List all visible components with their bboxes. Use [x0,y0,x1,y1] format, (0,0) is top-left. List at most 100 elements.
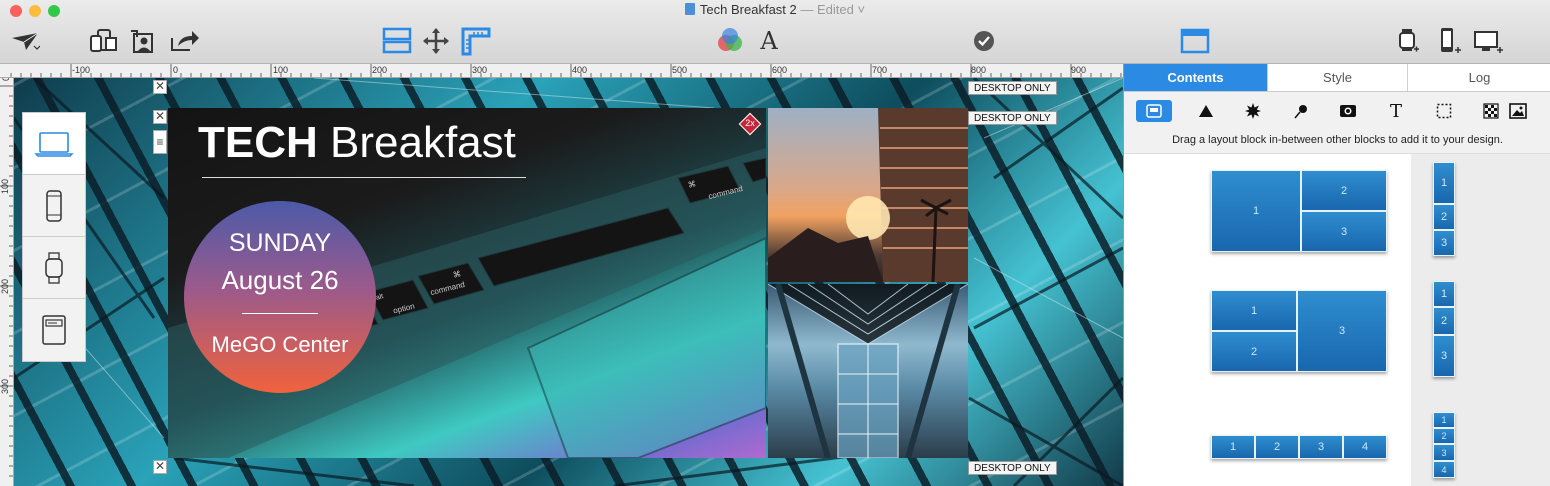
layout-block-option[interactable]: 1 2 3 [1211,170,1387,252]
watch-icon [45,251,63,284]
share-icon[interactable] [166,26,202,56]
delete-block-button[interactable]: ✕ [153,460,167,474]
delete-block-button[interactable]: ✕ [153,110,167,124]
ruler-label: 700 [872,65,888,75]
block-cell: 1 [1211,170,1301,252]
mobile-block-option[interactable]: 1 2 3 [1433,281,1455,377]
block-cell: 2 [1433,307,1455,335]
layout-icon[interactable] [380,26,414,56]
title-underline [202,177,526,178]
mobile-blocks-list: 1 2 3 1 2 3 1 2 3 4 [1411,154,1550,486]
block-cell: 2 [1433,428,1455,444]
devices-icon[interactable] [86,26,122,56]
desktop-only-badge: DESKTOP ONLY [968,111,1057,125]
phone-icon [46,189,62,222]
desktop-only-badge: DESKTOP ONLY [968,461,1057,475]
laptop-view-button[interactable] [23,113,85,175]
drag-handle[interactable]: ≡ [153,130,167,154]
email-view-button[interactable] [23,299,85,361]
sunset-building-image[interactable] [768,108,968,282]
ruler-label: 900 [1071,65,1087,75]
add-phone-icon[interactable] [1434,26,1464,56]
window-title: Tech Breakfast 2 — Edited ˅ [0,2,1550,17]
send-icon[interactable] [8,26,42,56]
block-cell: 1 [1433,281,1455,307]
colors-icon[interactable] [712,26,748,56]
text-icon[interactable]: T [1378,100,1414,122]
block-cell: 2 [1301,170,1387,211]
block-cell: 3 [1433,335,1455,377]
ruler-label: 500 [672,65,688,75]
hero-title-light: Breakfast [330,118,516,167]
date-divider [242,313,318,314]
ruler-label: 300 [0,378,10,394]
ruler-label: 400 [572,65,588,75]
layout-block-option[interactable]: 1 2 3 [1211,290,1387,372]
ruler-label: 0 [173,65,179,75]
block-cell: 1 [1211,290,1297,331]
layout-block-icon[interactable] [1136,100,1172,122]
image-icon[interactable] [1500,100,1536,122]
shape-icon[interactable] [1188,100,1224,122]
phone-view-button[interactable] [23,175,85,237]
ruler-label: -100 [72,65,91,75]
block-cell: 3 [1299,435,1343,459]
panel-hint: Drag a layout block in-between other blo… [1124,127,1550,154]
tab-contents[interactable]: Contents [1124,64,1268,91]
event-date: August 26 [221,265,339,295]
video-icon[interactable] [1330,100,1366,122]
check-icon[interactable] [970,26,998,56]
event-day: SUNDAY [228,229,332,257]
building-photo [768,108,968,282]
mobile-block-option[interactable]: 1 2 3 4 [1433,412,1455,478]
block-cell: 4 [1343,435,1387,459]
delete-block-button[interactable]: ✕ [153,80,167,94]
move-icon[interactable] [420,26,452,56]
watch-view-button[interactable] [23,237,85,299]
hero-title: TECH Breakfast [198,120,516,166]
ruler-label: 300 [472,65,488,75]
panel-tabs: Contents Style Log [1124,64,1550,92]
add-desktop-icon[interactable] [1470,26,1506,56]
retina-badge-label: 2x [745,118,755,128]
block-cell: 2 [1255,435,1299,459]
import-icon[interactable] [126,26,160,56]
ruler-label: 600 [772,65,788,75]
block-cell: 2 [1211,331,1297,372]
panel-toggle-icon[interactable] [1178,26,1212,56]
pin-icon[interactable] [1283,100,1319,122]
block-cell: 3 [1433,444,1455,461]
hero-block[interactable]: ⌘ command ⌘ command alt option control T… [168,108,766,458]
block-cell: 1 [1433,412,1455,428]
block-cell: 4 [1433,461,1455,478]
block-cell: 3 [1297,290,1387,372]
hero-title-bold: TECH [198,118,318,167]
add-watch-icon[interactable] [1394,26,1422,56]
edited-status[interactable]: — Edited ˅ [800,2,865,17]
block-cell: 2 [1433,204,1455,230]
block-cell: 1 [1211,435,1255,459]
desktop-only-badge: DESKTOP ONLY [968,81,1057,95]
document-icon [684,3,695,15]
tab-style[interactable]: Style [1268,64,1408,91]
email-icon [42,315,66,345]
event-venue: MeGO Center [211,332,349,357]
ruler-icon[interactable] [458,26,494,56]
layout-blocks-list: 1 2 3 1 2 3 1 2 3 4 [1124,154,1411,486]
content-type-toolbar: T [1124,92,1550,127]
title-text: Tech Breakfast 2 [699,2,797,17]
block-cell: 3 [1301,211,1387,252]
tab-log[interactable]: Log [1408,64,1550,91]
selection-icon[interactable] [1426,100,1462,122]
vertical-ruler: 0 100 200 300 [0,78,14,486]
glass-elevator-image[interactable] [768,284,968,458]
font-icon[interactable]: A [756,26,782,56]
laptop-icon [34,131,74,157]
block-cell: 3 [1433,230,1455,256]
device-switcher [22,112,86,362]
layout-block-option[interactable]: 1 2 3 4 [1211,435,1387,459]
starburst-icon[interactable] [1235,100,1271,122]
mobile-block-option[interactable]: 1 2 3 [1433,162,1455,256]
event-date-circle: SUNDAY August 26 MeGO Center [184,201,376,393]
ruler-label: 200 [372,65,388,75]
